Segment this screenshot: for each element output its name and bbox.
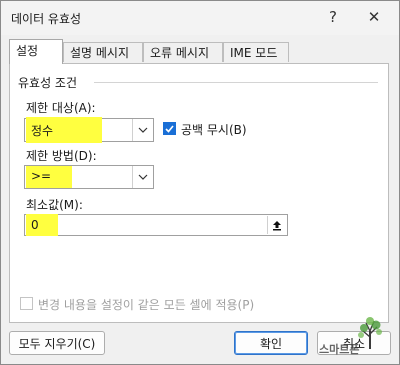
settings-panel: 유효성 조건 제한 대상(A): 정수 공백 무시(B) 제한 방법(D): >… <box>9 63 389 323</box>
apply-all-checkbox[interactable] <box>20 297 33 310</box>
minimum-value: 0 <box>31 218 39 232</box>
group-divider <box>94 82 378 83</box>
data-label: 제한 방법(D): <box>26 149 97 163</box>
allow-value: 정수 <box>31 124 54 138</box>
ok-button[interactable]: 확인 <box>234 331 308 355</box>
clear-all-button[interactable]: 모두 지우기(C) <box>9 331 105 355</box>
window-title: 데이터 유효성 <box>11 12 82 26</box>
allow-label: 제한 대상(A): <box>26 101 96 115</box>
cancel-button[interactable]: 취소 <box>317 331 391 355</box>
validation-criteria-title: 유효성 조건 <box>18 76 78 90</box>
minimum-label: 최소값(M): <box>26 198 83 212</box>
cancel-label: 취소 <box>342 336 366 351</box>
apply-all-label: 변경 내용을 설정이 같은 모든 셀에 적용(P) <box>38 298 255 312</box>
ignore-blank-label: 공백 무시(B) <box>181 123 247 137</box>
help-button[interactable]: ? <box>320 5 346 29</box>
close-icon: ✕ <box>367 8 381 26</box>
close-button[interactable]: ✕ <box>361 5 387 29</box>
tab-error-alert[interactable]: 오류 메시지 <box>143 42 223 62</box>
checkmark-icon <box>165 124 174 133</box>
ok-label: 확인 <box>259 336 283 351</box>
chevron-down-icon <box>138 174 148 180</box>
data-validation-dialog: 데이터 유효성 ? ✕ 설정 설명 메시지 오류 메시지 IME 모드 유효성 … <box>0 0 400 365</box>
collapse-arrow-icon <box>273 220 281 230</box>
chevron-down-icon <box>138 127 148 133</box>
data-dropdown-button[interactable] <box>132 166 153 188</box>
data-value: >= <box>31 169 52 183</box>
allow-dropdown-button[interactable] <box>132 119 153 141</box>
minimum-input[interactable]: 0 <box>24 214 288 236</box>
clear-all-label: 모두 지우기(C) <box>18 336 96 351</box>
range-select-button[interactable] <box>267 216 286 234</box>
title-bar: 데이터 유효성 ? ✕ <box>1 1 399 35</box>
ignore-blank-checkbox[interactable] <box>163 122 176 135</box>
data-dropdown[interactable]: >= <box>24 165 154 189</box>
tab-ime-mode[interactable]: IME 모드 <box>223 42 289 62</box>
allow-dropdown[interactable]: 정수 <box>24 117 154 143</box>
tab-settings[interactable]: 설정 <box>9 39 63 64</box>
help-icon: ? <box>329 8 337 26</box>
tab-input-message[interactable]: 설명 메시지 <box>63 42 143 62</box>
